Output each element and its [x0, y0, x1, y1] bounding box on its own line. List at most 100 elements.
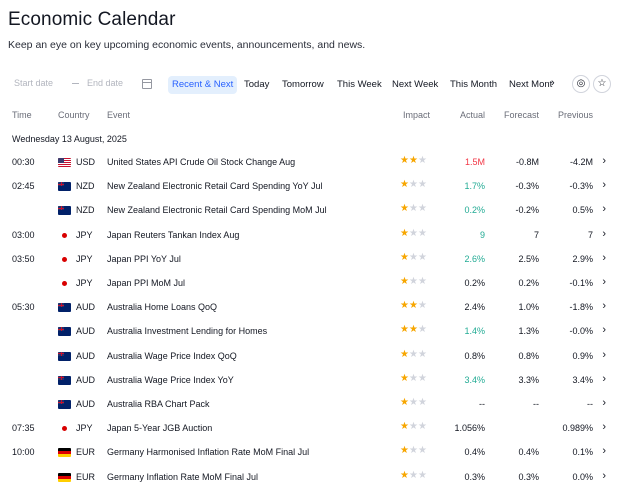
event-name[interactable]: Germany Inflation Rate MoM Final Jul — [107, 472, 258, 482]
table-row[interactable]: 03:50 JPY Japan PPI YoY Jul ★★★ 2.6% 2.5% 2.9%… — [0, 248, 625, 272]
table-row[interactable]: JPY Japan PPI MoM Jul ★★★ 0.2% 0.2% -0.1% › — [0, 272, 625, 296]
table-row[interactable]: AUD Australia Investment Lending for Home… — [0, 320, 625, 344]
chevron-right-icon[interactable]: › — [602, 300, 606, 312]
chevron-right-icon[interactable]: › — [602, 421, 606, 433]
currency-code: NZD — [76, 205, 95, 216]
event-time: 03:50 — [12, 253, 35, 264]
actual-value: 3.4% — [464, 374, 485, 385]
table-row[interactable]: EUR Germany Inflation Rate MoM Final Jul ★… — [0, 466, 625, 484]
impact-star-icon: ★ — [417, 348, 427, 360]
previous-value: 0.5% — [572, 205, 593, 216]
event-time: 00:30 — [12, 157, 35, 167]
chevron-right-icon[interactable]: › — [602, 324, 606, 336]
impact-rating: ★★★ — [400, 349, 427, 360]
tab-today[interactable]: Today — [240, 76, 273, 94]
flag-au-icon — [58, 400, 71, 409]
chevron-right-icon[interactable]: › — [602, 445, 606, 457]
table-row[interactable]: NZD New Zealand Electronic Retail Card Sp… — [0, 199, 625, 223]
actual-value: 0.2% — [464, 278, 485, 288]
table-row[interactable]: 03:00 JPY Japan Reuters Tankan Index Aug ★★… — [0, 224, 625, 248]
table-row[interactable]: AUD Australia RBA Chart Pack ★★★ -- -- -- › — [0, 393, 625, 417]
event-name[interactable]: Japan Reuters Tankan Index Aug — [107, 230, 239, 240]
table-row[interactable]: 10:00 EUR Germany Harmonised Inflation Rat… — [0, 441, 625, 465]
end-date-input[interactable]: End date — [87, 78, 123, 88]
tab-next-mont[interactable]: Next Mont — [505, 76, 556, 94]
event-name[interactable]: Australia Investment Lending for Homes — [107, 326, 267, 336]
previous-value: -- — [587, 399, 593, 409]
calendar-icon[interactable] — [142, 79, 152, 89]
page-subtitle: Keep an eye on key upcoming economic eve… — [8, 39, 366, 51]
event-name[interactable]: New Zealand Electronic Retail Card Spend… — [107, 205, 327, 215]
chevron-right-icon[interactable]: › — [602, 470, 606, 482]
actual-value: 0.3% — [464, 471, 485, 482]
flag-au-icon — [58, 327, 71, 337]
star-icon[interactable]: ☆ — [593, 75, 611, 93]
flag-de-icon — [58, 448, 71, 458]
chevron-right-icon[interactable]: › — [602, 373, 606, 385]
chevron-right-icon[interactable]: › — [602, 179, 606, 191]
table-row[interactable]: AUD Australia Wage Price Index QoQ ★★★ 0.8%… — [0, 345, 625, 369]
impact-star-icon: ★ — [400, 421, 409, 433]
event-name[interactable]: Australia Home Loans QoQ — [107, 302, 217, 312]
impact-star-icon: ★ — [400, 445, 409, 457]
previous-value: 2.9% — [572, 253, 593, 264]
event-name[interactable]: Japan PPI MoM Jul — [107, 278, 185, 288]
impact-rating: ★★★ — [400, 228, 427, 239]
chevron-right-icon[interactable]: › — [602, 397, 606, 409]
start-date-input[interactable]: Start date — [14, 78, 53, 88]
actual-value: 1.056% — [454, 423, 485, 434]
actual-value: 0.8% — [464, 350, 485, 361]
previous-value: -0.1% — [569, 278, 593, 288]
table-row[interactable]: 02:45 NZD New Zealand Electronic Retail Ca… — [0, 175, 625, 199]
impact-star-icon: ★ — [408, 179, 418, 191]
event-name[interactable]: United States API Crude Oil Stock Change… — [107, 157, 295, 167]
tab-recent-next[interactable]: Recent & Next — [168, 76, 238, 94]
currency-code: JPY — [76, 278, 93, 288]
actual-value: 2.4% — [464, 302, 485, 313]
event-name[interactable]: Australia Wage Price Index YoY — [107, 375, 234, 385]
chevron-right-icon[interactable]: › — [551, 77, 555, 89]
flag-au-icon — [58, 375, 71, 385]
currency-code: USD — [76, 157, 96, 167]
event-name[interactable]: Japan PPI YoY Jul — [107, 254, 181, 264]
tab-tomorrow[interactable]: Tomorrow — [278, 76, 328, 94]
table-row[interactable]: 05:30 AUD Australia Home Loans QoQ ★★★ 2.4% 1… — [0, 296, 625, 320]
page-title: Economic Calendar — [8, 9, 176, 30]
impact-star-icon: ★ — [417, 155, 427, 166]
table-row[interactable]: 00:30 USD United States API Crude Oil Stoc… — [0, 151, 625, 175]
tab-next-week[interactable]: Next Week — [388, 76, 442, 94]
event-name[interactable]: Australia RBA Chart Pack — [107, 399, 210, 409]
event-name[interactable]: Germany Harmonised Inflation Rate MoM Fi… — [107, 447, 309, 457]
impact-star-icon: ★ — [400, 276, 409, 287]
impact-rating: ★★★ — [400, 203, 427, 214]
tab-this-month[interactable]: This Month — [446, 76, 501, 94]
table-row[interactable]: 07:35 JPY Japan 5-Year JGB Auction ★★★ 1.056… — [0, 417, 625, 441]
actual-value: 0.2% — [464, 205, 485, 216]
chevron-right-icon[interactable]: › — [602, 276, 606, 288]
chevron-right-icon[interactable]: › — [602, 203, 606, 215]
impact-rating: ★★★ — [400, 300, 427, 311]
impact-rating: ★★★ — [400, 421, 427, 432]
event-time: 07:35 — [12, 423, 35, 434]
table-row[interactable]: AUD Australia Wage Price Index YoY ★★★ 3.4%… — [0, 369, 625, 393]
flag-au-icon — [58, 303, 71, 313]
currency-code: JPY — [76, 229, 93, 240]
event-name[interactable]: Japan 5-Year JGB Auction — [107, 423, 212, 433]
actual-value: 9 — [479, 229, 485, 240]
event-name[interactable]: New Zealand Electronic Retail Card Spend… — [107, 181, 322, 191]
flag-au-icon — [58, 351, 71, 361]
globe-icon[interactable]: ◎ — [572, 75, 590, 93]
impact-star-icon: ★ — [400, 397, 409, 408]
tab-this-week[interactable]: This Week — [333, 76, 386, 94]
impact-star-icon: ★ — [400, 300, 409, 312]
impact-star-icon: ★ — [400, 227, 409, 239]
chevron-right-icon[interactable]: › — [602, 228, 606, 240]
chevron-right-icon[interactable]: › — [602, 349, 606, 361]
header-event: Event — [107, 110, 131, 120]
flag-jp-icon — [58, 255, 71, 264]
event-name[interactable]: Australia Wage Price Index QoQ — [107, 351, 237, 361]
chevron-right-icon[interactable]: › — [602, 252, 606, 264]
chevron-right-icon[interactable]: › — [602, 155, 606, 167]
forecast-value: 0.4% — [518, 447, 539, 458]
forecast-value: 0.2% — [518, 278, 539, 288]
